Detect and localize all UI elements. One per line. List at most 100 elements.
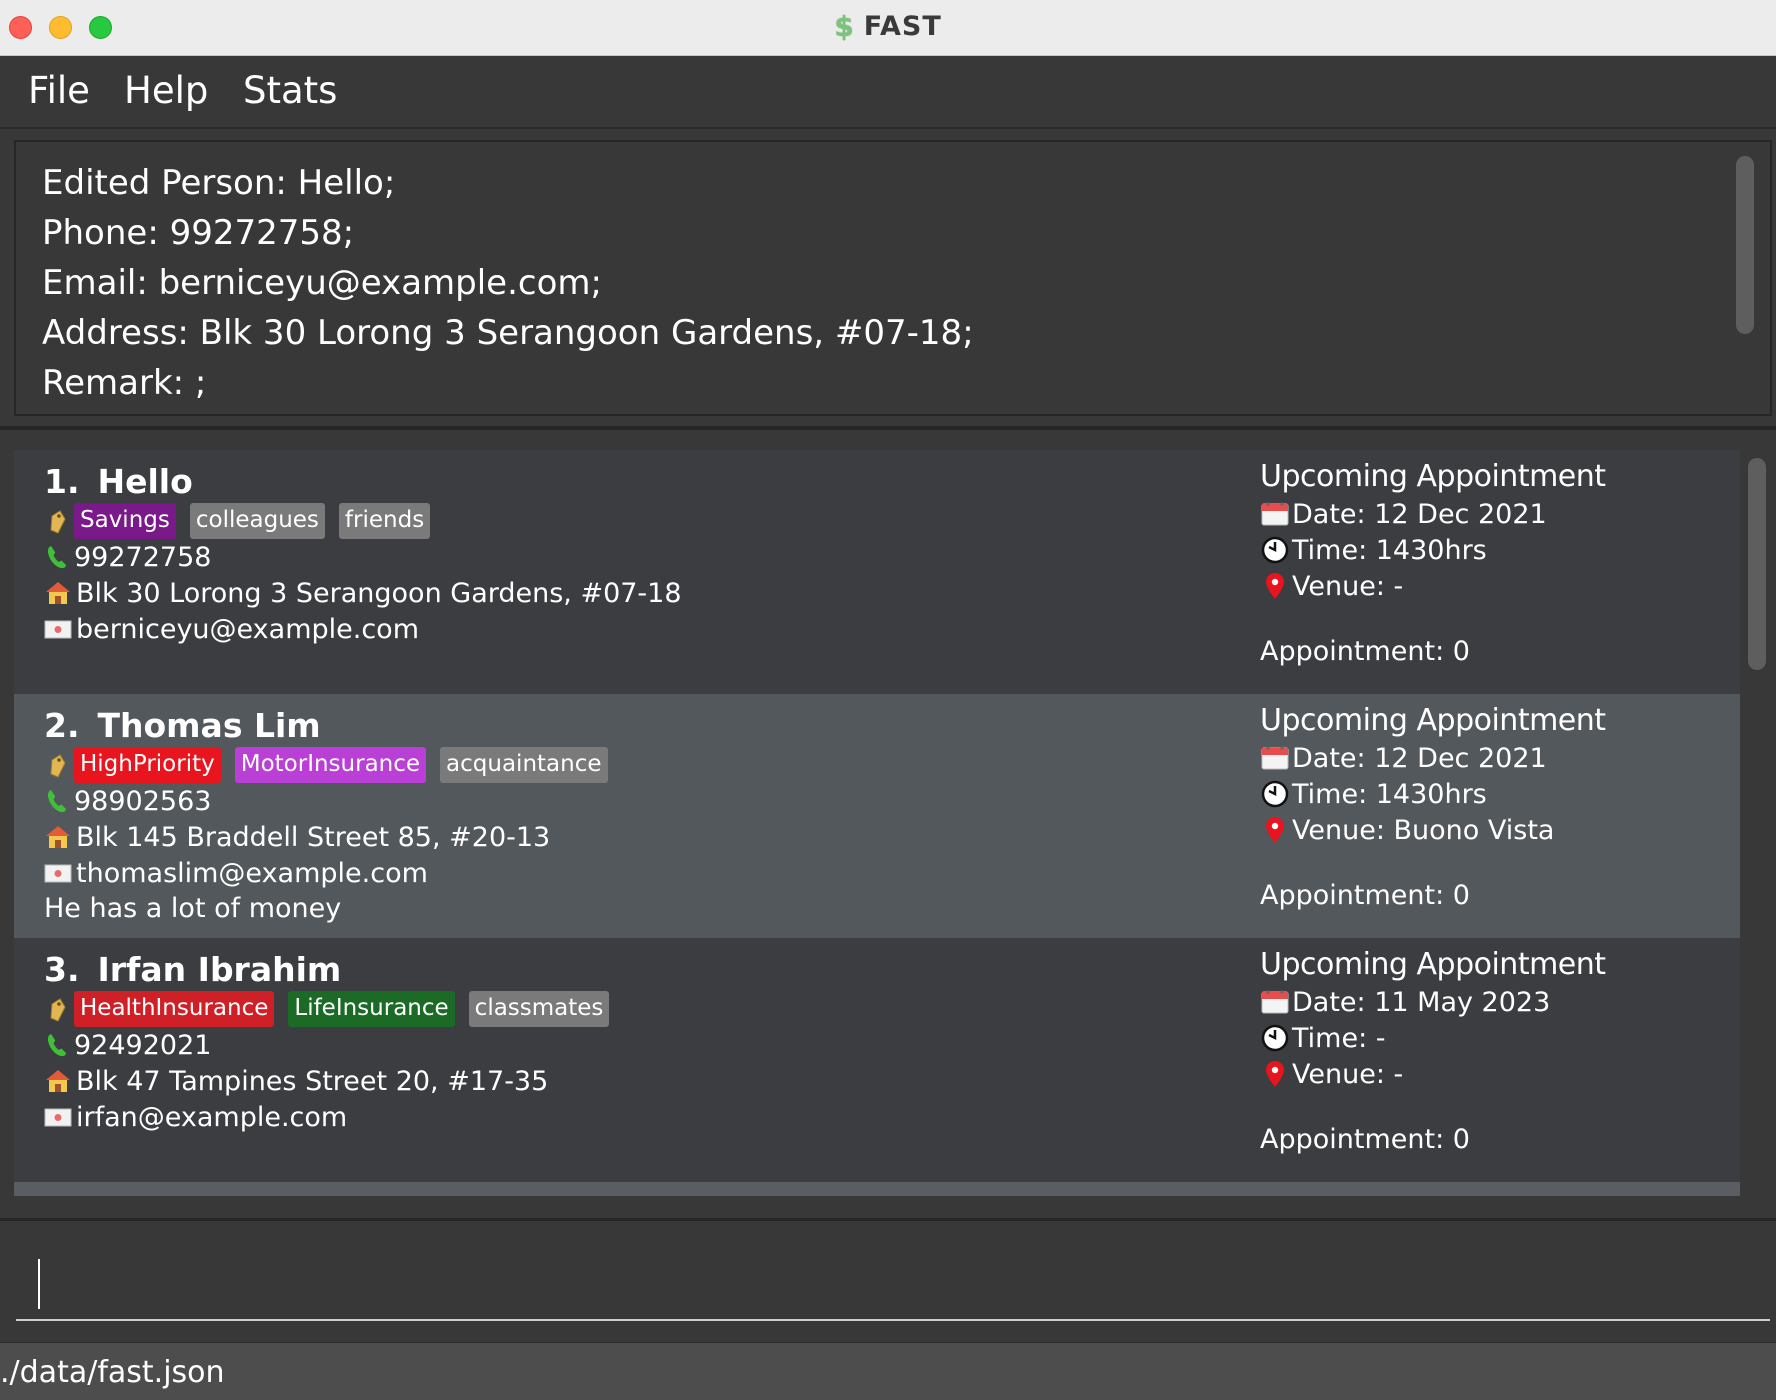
address-text: Blk 47 Tampines Street 20, #17-35 (76, 1065, 549, 1097)
appointment-time: Time: 1430hrs (1292, 778, 1487, 810)
person-card[interactable]: 3. Irfan Ibrahim HealthInsurance LifeInsu… (14, 938, 1740, 1182)
email-row: thomaslim@example.com (44, 856, 428, 890)
person-card[interactable]: 2. Thomas Lim HighPriority MotorInsurance… (14, 694, 1740, 938)
phone-icon (47, 790, 66, 813)
list-scrollbar[interactable] (1748, 458, 1766, 670)
command-box-area (0, 1218, 1776, 1340)
person-card[interactable]: 1. Hello Savings colleagues friends 99272… (14, 450, 1740, 694)
tag-savings: Savings (74, 503, 176, 539)
calendar-icon (1261, 502, 1289, 526)
tag-colleagues: colleagues (189, 503, 325, 539)
appointment-count: Appointment: 0 (1260, 636, 1470, 667)
appointment-venue: Venue: - (1292, 1058, 1404, 1090)
address-text: Blk 145 Braddell Street 85, #20-13 (76, 821, 551, 853)
menu-help[interactable]: Help (124, 69, 208, 112)
menu-stats[interactable]: Stats (243, 69, 337, 112)
appointment-venue: Venue: - (1292, 570, 1404, 602)
tag-list: HighPriority MotorInsurance acquaintance (44, 747, 622, 783)
person-list: 1. Hello Savings colleagues friends 99272… (14, 450, 1740, 1182)
appointment-date-row: Date: 11 May 2023 (1260, 984, 1730, 1020)
panel-divider (0, 426, 1776, 430)
window-titlebar: $ FAST (0, 0, 1776, 56)
tag-friends: friends (338, 503, 431, 539)
tag-list: Savings colleagues friends (44, 503, 444, 539)
address-row: Blk 30 Lorong 3 Serangoon Gardens, #07-1… (44, 576, 682, 610)
person-index: 2. (44, 706, 80, 745)
calendar-icon (1261, 746, 1289, 770)
address-row: Blk 145 Braddell Street 85, #20-13 (44, 820, 550, 854)
phone-number: 92492021 (74, 1029, 212, 1061)
email-text: thomaslim@example.com (76, 857, 428, 889)
result-line: Phone: 99272758; (42, 213, 355, 253)
result-display[interactable]: Edited Person: Hello; Phone: 99272758; E… (14, 140, 1772, 416)
address-text: Blk 30 Lorong 3 Serangoon Gardens, #07-1… (76, 577, 682, 609)
tag-highpriority: HighPriority (74, 747, 221, 783)
phone-number: 99272758 (74, 541, 212, 573)
appointment-time: Time: - (1292, 1022, 1386, 1054)
phone-row: 98902563 (44, 784, 211, 818)
result-scrollbar[interactable] (1736, 156, 1754, 334)
phone-number: 98902563 (74, 785, 212, 817)
location-pin-icon (1266, 573, 1284, 599)
appointment-time-row: Time: - (1260, 1020, 1730, 1056)
result-line: Address: Blk 30 Lorong 3 Serangoon Garde… (42, 313, 974, 353)
clock-icon (1261, 1024, 1289, 1052)
tag-acquaintance: acquaintance (440, 747, 608, 783)
dollar-icon: $ (834, 10, 854, 43)
phone-row: 92492021 (44, 1028, 211, 1062)
result-line: Email: berniceyu@example.com; (42, 263, 602, 303)
list-next-card-edge (14, 1182, 1740, 1196)
appointment-venue-row: Venue: Buono Vista (1260, 812, 1730, 848)
house-icon (46, 826, 70, 848)
email-row: irfan@example.com (44, 1100, 347, 1134)
person-name: Thomas Lim (97, 706, 321, 745)
tag-icon (50, 510, 66, 534)
appointment-date-row: Date: 12 Dec 2021 (1260, 496, 1730, 532)
remark-text: He has a lot of money (44, 893, 342, 924)
text-caret (38, 1259, 40, 1309)
location-pin-icon (1266, 817, 1284, 843)
appointment-heading: Upcoming Appointment (1260, 703, 1606, 738)
result-line: Edited Person: Hello; (42, 163, 396, 203)
tag-lifeinsurance: LifeInsurance (288, 991, 455, 1027)
appointment-date: Date: 12 Dec 2021 (1292, 498, 1547, 530)
appointment-heading: Upcoming Appointment (1260, 459, 1606, 494)
address-row: Blk 47 Tampines Street 20, #17-35 (44, 1064, 548, 1098)
tag-classmates: classmates (468, 991, 610, 1027)
tag-motorinsurance: MotorInsurance (234, 747, 427, 783)
clock-icon (1261, 536, 1289, 564)
email-text: irfan@example.com (76, 1101, 348, 1133)
location-pin-icon (1266, 1061, 1284, 1087)
appointment-count: Appointment: 0 (1260, 880, 1470, 911)
appointment-venue: Venue: Buono Vista (1292, 814, 1555, 846)
person-name-line: 2. Thomas Lim (44, 706, 321, 745)
command-input[interactable] (16, 1241, 1770, 1321)
calendar-icon (1261, 990, 1289, 1014)
save-file-path: ./data/fast.json (0, 1355, 225, 1390)
email-text: berniceyu@example.com (76, 613, 419, 645)
tag-icon (50, 998, 66, 1022)
tag-healthinsurance: HealthInsurance (74, 991, 275, 1027)
house-icon (46, 1070, 70, 1092)
appointment-date: Date: 11 May 2023 (1292, 986, 1551, 1018)
appointment-time-row: Time: 1430hrs (1260, 532, 1730, 568)
appointment-time: Time: 1430hrs (1292, 534, 1487, 566)
window-title-group: $ FAST (0, 10, 1776, 43)
appointment-panel: Upcoming Appointment Date: 11 May 2023 T… (1260, 946, 1730, 1092)
person-name: Irfan Ibrahim (97, 950, 342, 989)
result-line: Remark: ; (42, 363, 207, 403)
envelope-icon (44, 620, 72, 639)
phone-icon (47, 1034, 66, 1057)
appointment-date: Date: 12 Dec 2021 (1292, 742, 1547, 774)
tag-icon (50, 754, 66, 778)
clock-icon (1261, 780, 1289, 808)
appointment-venue-row: Venue: - (1260, 1056, 1730, 1092)
phone-row: 99272758 (44, 540, 211, 574)
menu-bar: File Help Stats (0, 57, 1776, 129)
person-index: 1. (44, 462, 80, 501)
status-bar: ./data/fast.json (0, 1342, 1776, 1400)
envelope-icon (44, 864, 72, 883)
appointment-date-row: Date: 12 Dec 2021 (1260, 740, 1730, 776)
appointment-time-row: Time: 1430hrs (1260, 776, 1730, 812)
menu-file[interactable]: File (28, 69, 90, 112)
